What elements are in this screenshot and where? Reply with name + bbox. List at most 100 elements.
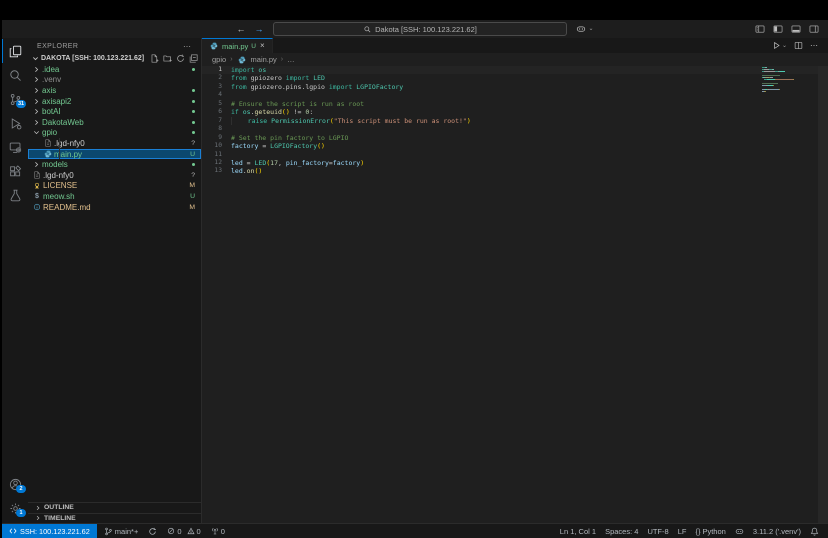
eol-label: LF [678,527,687,536]
workbench: 31 2 1 [2,38,828,523]
tree-item-.lgd-nfy0[interactable]: .lgd-nfy0? [28,170,201,181]
workspace-section-header[interactable]: DAKOTA [SSH: 100.123.221.62] [28,53,201,64]
toggle-secondary-sidebar-icon[interactable] [809,24,819,34]
scrollbar[interactable] [818,66,828,523]
close-icon[interactable]: × [260,42,265,50]
eol-sequence[interactable]: LF [674,524,691,538]
tree-item-botAI[interactable]: botAI [28,106,201,117]
code-line-10[interactable]: 10factory = LGPIOFactory() [202,142,828,150]
tree-item-gpio[interactable]: gpio [28,128,201,139]
code-line-3[interactable]: 3from gpiozero.pins.lgpio import LGPIOFa… [202,83,828,91]
refresh-icon[interactable] [176,54,185,63]
vscode-window: ← → Dakota [SSH: 100.123.221.62] ⌄ [2,20,828,538]
code-line-8[interactable]: 8 [202,125,828,133]
tree-item-.idea[interactable]: .idea [28,64,201,75]
branch-label: main*+ [115,527,139,536]
run-python-file-button[interactable]: ⌄ [772,41,787,50]
breadcrumb-folder[interactable]: gpio [212,55,226,64]
spaces-label: Spaces: 4 [605,527,638,536]
line-number: 7 [202,117,231,125]
new-folder-icon[interactable] [163,54,172,63]
copilot-icon [735,527,744,536]
activity-remote-explorer[interactable] [2,135,28,159]
tree-item-models[interactable]: models [28,159,201,170]
outline-panel-header[interactable]: OUTLINE [28,502,201,513]
command-center[interactable]: Dakota [SSH: 100.123.221.62] [273,22,567,36]
copilot-status[interactable] [731,524,748,538]
git-status-badge: U [190,193,195,200]
tree-item-axisapi2[interactable]: axisapi2 [28,96,201,107]
tree-item-meow.sh[interactable]: $meow.shU [28,191,201,202]
code-line-12[interactable]: 12led = LED(17, pin_factory=factory) [202,159,828,167]
breadcrumb: gpio › main.py › … [202,53,828,66]
tree-item-main.py[interactable]: main.pyU [28,149,201,160]
editor-actions: ⌄ ⋯ [772,38,828,53]
collapse-all-icon[interactable] [189,54,198,63]
problems-item[interactable]: 0 0 [163,524,204,538]
minimap[interactable] [762,67,798,93]
cursor-position[interactable]: Ln 1, Col 1 [556,524,600,538]
new-file-icon[interactable] [150,54,159,63]
encoding-label: UTF-8 [647,527,668,536]
sync-changes-button[interactable] [144,524,161,538]
run-dropdown-chevron-icon[interactable]: ⌄ [782,43,787,49]
language-mode[interactable]: {} Python [691,524,729,538]
activity-source-control[interactable]: 31 [2,87,28,111]
activity-settings[interactable]: 1 [2,496,28,520]
tree-item-.lgd-nfy0[interactable]: .lgd-nfy0? [28,138,201,149]
activity-extensions[interactable] [2,159,28,183]
code-editor[interactable]: 1import os2from gpiozero import LED3from… [202,66,828,523]
code-line-2[interactable]: 2from gpiozero import LED [202,74,828,82]
tab-main-py[interactable]: main.py U × [202,38,273,53]
tree-item-axis[interactable]: axis [28,85,201,96]
activity-run-debug[interactable] [2,111,28,135]
ports-item[interactable]: 0 [207,524,229,538]
activity-accounts[interactable]: 2 [2,472,28,496]
remote-indicator[interactable]: SSH: 100.123.221.62 [2,524,97,538]
git-branch-item[interactable]: main*+ [100,524,143,538]
tree-item-.venv[interactable]: .venv [28,75,201,86]
git-status-badge: U [190,151,195,158]
back-icon[interactable]: ← [236,25,245,34]
line-number: 11 [202,151,231,159]
split-editor-icon[interactable] [794,41,803,50]
contains-changes-dot-badge [192,131,195,134]
line-content: from gpiozero.pins.lgpio import LGPIOFac… [231,83,403,91]
code-line-13[interactable]: 13led.on() [202,167,828,175]
activity-explorer[interactable] [2,39,28,63]
source-control-badge: 31 [16,100,26,108]
python-interpreter[interactable]: 3.11.2 ('.venv') [749,524,805,538]
breadcrumb-symbol[interactable]: … [287,55,295,64]
code-line-9[interactable]: 9# Set the pin factory to LGPIO [202,134,828,142]
encoding[interactable]: UTF-8 [643,524,672,538]
more-actions-icon[interactable]: ⋯ [183,42,192,51]
code-line-11[interactable]: 11 [202,151,828,159]
branch-icon [104,527,113,536]
code-line-1[interactable]: 1import os [202,66,828,74]
indent-guide [59,138,60,149]
error-count: 0 [177,527,181,536]
timeline-panel-header[interactable]: TIMELINE [28,513,201,524]
chevron-right-icon [32,161,41,168]
code-line-7[interactable]: 7 raise PermissionError("This script mus… [202,117,828,125]
errors-icon [167,527,175,535]
tree-item-LICENSE[interactable]: LICENSEM [28,181,201,192]
tab-bar: main.py U × ⌄ ⋯ [202,38,828,53]
line-content: led = LED(17, pin_factory=factory) [231,159,364,167]
code-line-4[interactable]: 4 [202,91,828,99]
code-line-5[interactable]: 5# Ensure the script is run as root [202,100,828,108]
forward-icon[interactable]: → [254,25,263,34]
customize-layout-icon[interactable] [755,24,765,34]
copilot-menu[interactable]: ⌄ [576,24,593,34]
breadcrumb-file[interactable]: main.py [251,55,277,64]
activity-testing[interactable] [2,183,28,207]
more-actions-icon[interactable]: ⋯ [810,41,819,50]
indentation[interactable]: Spaces: 4 [601,524,642,538]
tree-item-README.md[interactable]: README.mdM [28,202,201,213]
tree-item-DakotaWeb[interactable]: DakotaWeb [28,117,201,128]
toggle-panel-icon[interactable] [791,24,801,34]
notifications-bell[interactable] [806,524,823,538]
activity-search[interactable] [2,63,28,87]
toggle-primary-sidebar-icon[interactable] [773,24,783,34]
code-line-6[interactable]: 6if os.geteuid() != 0: [202,108,828,116]
